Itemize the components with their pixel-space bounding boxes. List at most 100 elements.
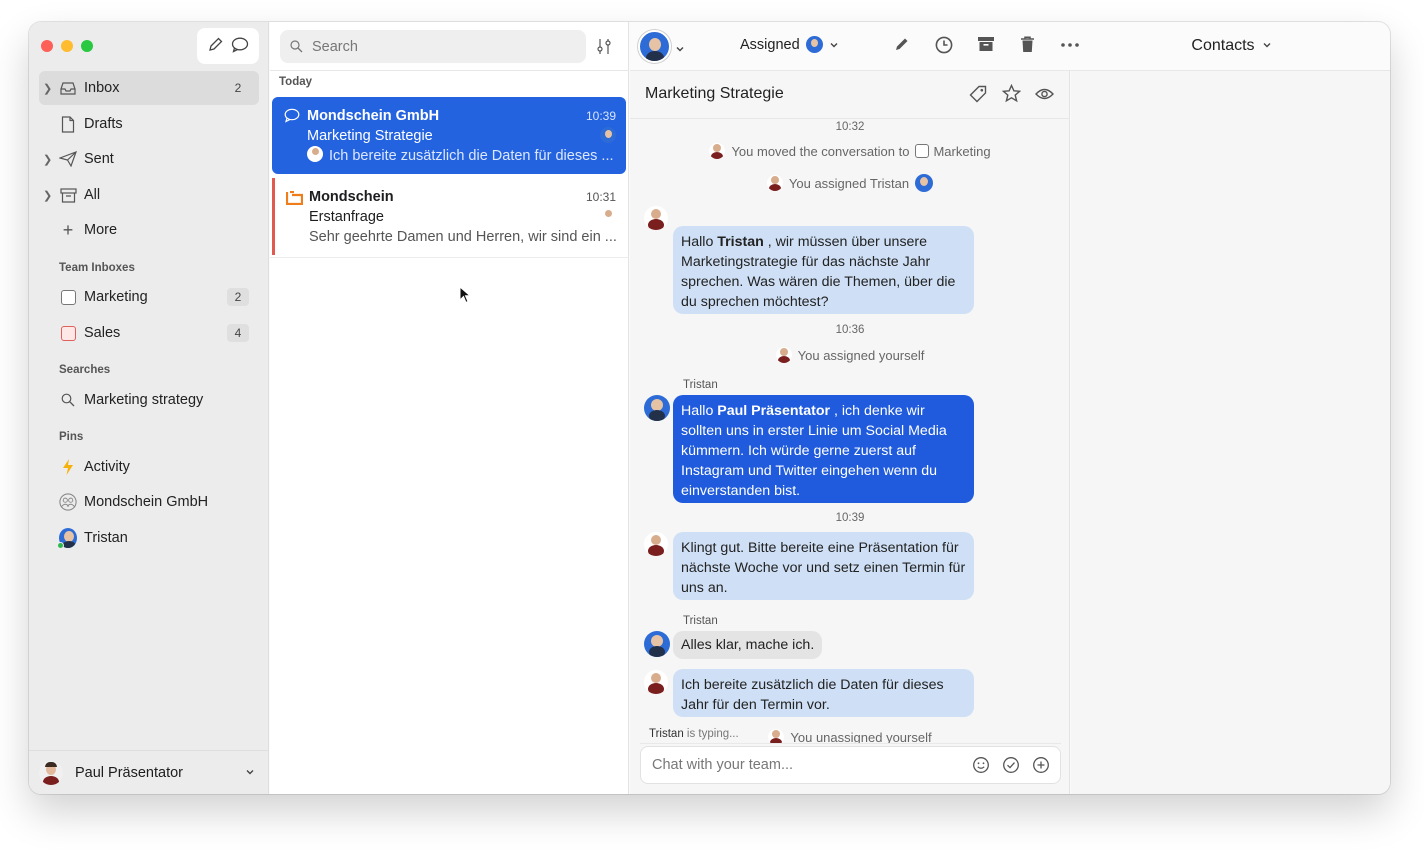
chevron-right-icon[interactable]: ❯ <box>43 153 52 166</box>
sidebar-item-tristan[interactable]: Tristan <box>39 521 259 555</box>
user-name: Paul Präsentator <box>75 765 184 781</box>
sidebar-item-label: Sent <box>84 151 114 167</box>
mention[interactable]: Paul Präsentator <box>717 403 830 419</box>
message-text: Ich bereite zusätzlich die Daten für die… <box>681 677 944 713</box>
divider <box>270 257 629 258</box>
message-text: Alles klar, mache ich. <box>681 637 815 653</box>
chevron-down-icon <box>1263 43 1271 48</box>
trash-icon[interactable] <box>1020 36 1035 53</box>
divider <box>270 70 629 71</box>
sidebar-item-sent[interactable]: ❯ Sent <box>39 142 259 176</box>
conversation-subject: Marketing Strategie <box>307 128 433 144</box>
more-options-icon[interactable] <box>1061 43 1079 47</box>
tristan-avatar <box>57 528 77 549</box>
user-avatar <box>709 143 726 159</box>
close-window-button[interactable] <box>41 40 53 52</box>
system-event: You assigned yourself <box>630 347 1070 366</box>
assignee-avatar <box>600 208 616 224</box>
tag-icon[interactable] <box>969 85 987 106</box>
sender-avatar <box>307 146 323 162</box>
organization-icon <box>59 493 77 511</box>
conversation-preview: Ich bereite zusätzlich die Daten für die… <box>329 148 614 164</box>
account-switcher[interactable]: Paul Präsentator <box>29 750 269 794</box>
mail-source-icon <box>285 190 304 208</box>
system-event: You assigned Tristan <box>630 174 1070 194</box>
new-chat-icon[interactable] <box>231 36 249 56</box>
message-bubble[interactable]: Klingt gut. Bitte bereite eine Präsentat… <box>673 532 974 600</box>
conversation-time: 10:31 <box>585 190 616 204</box>
chevron-right-icon[interactable]: ❯ <box>43 189 52 202</box>
archive-icon[interactable] <box>977 36 995 52</box>
message-bubble-own[interactable]: Hallo Paul Präsentator , ich denke wir s… <box>673 395 974 503</box>
sidebar-item-activity[interactable]: Activity <box>39 450 259 484</box>
sidebar-item-drafts[interactable]: Drafts <box>39 107 259 141</box>
typing-text: is typing... <box>683 728 739 740</box>
filter-icon[interactable] <box>596 38 612 58</box>
sidebar-item-saved-search[interactable]: Marketing strategy <box>39 383 259 417</box>
sidebar-item-label: Drafts <box>84 116 123 132</box>
archive-icon <box>59 186 77 204</box>
clock-icon[interactable] <box>935 36 953 54</box>
composer-placeholder: Chat with your team... <box>652 757 794 773</box>
pencil-icon[interactable] <box>894 36 910 52</box>
conversation-item[interactable]: Mondschein 10:31 Erstanfrage Sehr geehrt… <box>272 178 626 255</box>
emoji-icon[interactable] <box>972 756 990 777</box>
online-status-dot <box>57 542 64 549</box>
mention[interactable]: Tristan <box>717 234 764 250</box>
message-bubble[interactable]: Ich bereite zusätzlich die Daten für die… <box>673 669 974 717</box>
timestamp: 10:32 <box>835 121 865 133</box>
minimize-window-button[interactable] <box>61 40 73 52</box>
compose-icon[interactable] <box>207 36 224 56</box>
user-avatar <box>644 670 668 694</box>
message-bubble[interactable]: Hallo Tristan , wir müssen über unsere M… <box>673 226 974 314</box>
conversation-sender: Mondschein <box>309 189 394 205</box>
sidebar-item-all[interactable]: ❯ All <box>39 178 259 212</box>
sidebar-item-sales[interactable]: Sales 4 <box>39 316 259 350</box>
add-circle-icon[interactable] <box>1032 756 1050 777</box>
tristan-avatar <box>644 631 670 657</box>
search-input[interactable]: Search <box>280 30 586 63</box>
chevron-down-icon <box>829 37 839 53</box>
message-text: Hallo <box>681 234 718 250</box>
tristan-avatar <box>644 395 670 421</box>
chevron-down-icon[interactable] <box>245 764 255 780</box>
assigned-label: Assigned <box>740 36 800 53</box>
current-user-avatar[interactable] <box>638 30 671 63</box>
conversation-item-selected[interactable]: Mondschein GmbH 10:39 Marketing Strategi… <box>272 97 626 174</box>
eye-icon[interactable] <box>1035 87 1054 104</box>
user-avatar <box>644 532 668 556</box>
assignee-avatar <box>600 127 616 143</box>
system-event: You moved the conversation to Marketing <box>630 143 1070 162</box>
date-section-heading: Today <box>279 76 313 88</box>
inbox-square-icon <box>59 324 77 342</box>
sidebar-item-label: Activity <box>84 459 130 475</box>
chat-composer[interactable]: Chat with your team... <box>640 746 1061 784</box>
chevron-right-icon[interactable]: ❯ <box>43 82 52 95</box>
team-inboxes-heading: Team Inboxes <box>59 262 135 274</box>
conversation-preview: Sehr geehrte Damen und Herren, wir sind … <box>309 229 617 245</box>
event-target: Marketing <box>933 143 991 159</box>
timestamp: 10:36 <box>835 324 865 336</box>
assigned-dropdown[interactable]: Assigned <box>740 36 839 53</box>
sidebar-item-marketing[interactable]: Marketing 2 <box>39 280 259 314</box>
contacts-dropdown[interactable]: Contacts <box>1191 37 1272 55</box>
user-avatar <box>775 347 792 363</box>
sidebar-item-more[interactable]: + More <box>39 213 259 247</box>
message-bubble-own[interactable]: Alles klar, mache ich. <box>673 631 823 659</box>
sidebar-item-label: Mondschein GmbH <box>84 494 209 510</box>
mouse-cursor-icon <box>459 285 472 307</box>
sidebar-item-inbox[interactable]: ❯ Inbox 2 <box>39 71 259 105</box>
sidebar-item-mondschein[interactable]: Mondschein GmbH <box>39 485 259 519</box>
searches-heading: Searches <box>59 364 111 376</box>
user-avatar <box>39 761 63 785</box>
pins-heading: Pins <box>59 431 84 443</box>
plus-icon: + <box>62 219 74 240</box>
event-text: You assigned yourself <box>797 347 925 363</box>
star-icon[interactable] <box>1001 83 1022 106</box>
divider <box>640 743 1061 744</box>
inbox-square-icon <box>915 144 930 158</box>
chevron-down-icon[interactable] <box>675 41 685 57</box>
conversation-pane: Marketing Strategie 10:32 You moved the … <box>630 71 1070 794</box>
zoom-window-button[interactable] <box>81 40 93 52</box>
checkmark-circle-icon[interactable] <box>1002 756 1020 777</box>
